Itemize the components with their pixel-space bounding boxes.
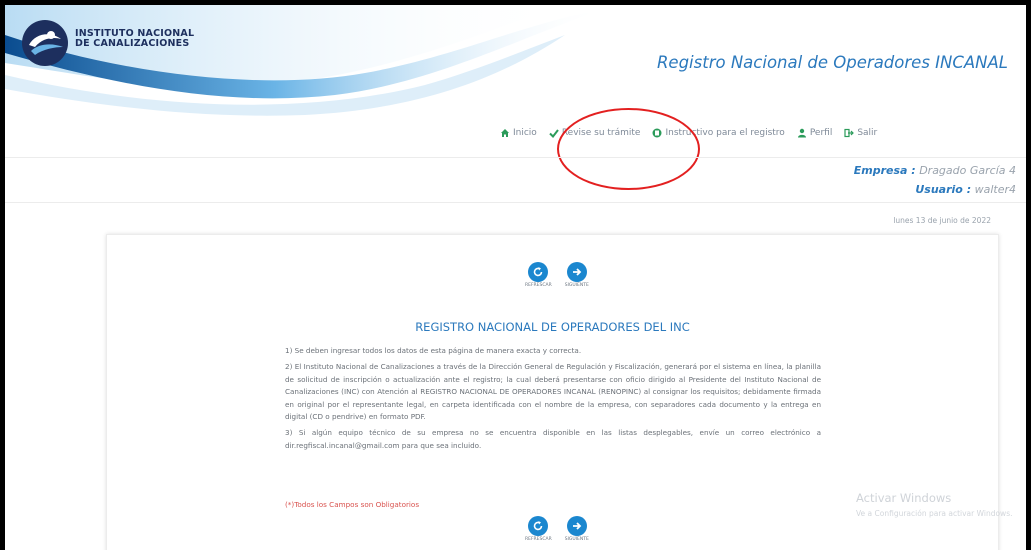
- watermark-title: Activar Windows: [856, 491, 952, 505]
- company-label: Empresa :: [853, 164, 916, 177]
- header-wave-decoration: [5, 5, 605, 116]
- nav-item-revise-su-tramite[interactable]: Revise su trámite: [549, 128, 641, 138]
- check-icon: [549, 129, 559, 138]
- header-divider: [5, 157, 1026, 158]
- bottom-button-row: REFRESCAR SIGUIENTE: [525, 516, 589, 542]
- company-value: Dragado García 4: [919, 164, 1016, 177]
- nav-item-label: Inicio: [513, 128, 537, 138]
- nav-item-label: Revise su trámite: [561, 128, 641, 138]
- refresh-button[interactable]: REFRESCAR: [525, 262, 552, 288]
- refresh-label: REFRESCAR: [525, 537, 552, 542]
- next-button[interactable]: SIGUIENTE: [565, 262, 589, 288]
- nav-item-perfil[interactable]: Perfil: [797, 128, 833, 138]
- top-button-row: REFRESCAR SIGUIENTE: [525, 262, 589, 288]
- browser-page: INSTITUTO NACIONAL DE CANALIZACIONES Reg…: [5, 5, 1026, 550]
- nav-item-instructivo[interactable]: Instructivo para el registro: [652, 128, 785, 138]
- user-info: Usuario : walter4: [915, 183, 1016, 196]
- logout-icon: [844, 128, 855, 138]
- next-label: SIGUIENTE: [564, 283, 589, 288]
- user-label: Usuario :: [915, 183, 972, 196]
- top-nav: Inicio Revise su trámite Instructivo par…: [500, 125, 889, 141]
- required-fields-note: (*)Todos los Campos son Obligatorios: [285, 500, 420, 509]
- next-icon: [566, 516, 587, 536]
- session-divider: [5, 202, 1026, 203]
- institute-logo: [22, 20, 68, 66]
- site-title: Registro Nacional de Operadores INCANAL: [656, 53, 1008, 72]
- user-value: walter4: [974, 183, 1016, 196]
- refresh-button[interactable]: REFRESCAR: [525, 516, 552, 542]
- instruction-paragraph: 3) Si algún equipo técnico de su empresa…: [285, 428, 821, 450]
- nav-item-salir[interactable]: Salir: [844, 128, 877, 138]
- nav-item-label: Salir: [857, 128, 878, 138]
- nav-item-label: Perfil: [809, 128, 833, 138]
- nav-item-inicio[interactable]: Inicio: [500, 128, 537, 138]
- instruction-paragraph: 2) El Instituto Nacional de Canalizacion…: [285, 362, 821, 422]
- next-button[interactable]: SIGUIENTE: [565, 516, 589, 542]
- current-date: lunes 13 de junio de 2022: [893, 216, 991, 225]
- registry-title: REGISTRO NACIONAL DE OPERADORES DEL INC: [415, 320, 690, 334]
- next-icon: [566, 262, 587, 282]
- site-header: INSTITUTO NACIONAL DE CANALIZACIONES Reg…: [5, 5, 1026, 190]
- institute-name-line2: DE CANALIZACIONES: [75, 38, 190, 49]
- refresh-icon: [528, 262, 549, 282]
- instruction-paragraph: 1) Se deben ingresar todos los datos de …: [285, 346, 582, 355]
- windows-activation-watermark: Activar Windows Ve a Configuración para …: [856, 491, 1013, 518]
- next-label: SIGUIENTE: [564, 537, 589, 542]
- refresh-icon: [528, 516, 549, 536]
- company-info: Empresa : Dragado García 4: [854, 164, 1016, 177]
- nav-item-label: Instructivo para el registro: [665, 128, 785, 138]
- instructions-text: 1) Se deben ingresar todos los datos de …: [285, 345, 821, 456]
- document-icon: [652, 128, 662, 138]
- home-icon: [501, 129, 509, 137]
- institute-name: INSTITUTO NACIONAL DE CANALIZACIONES: [75, 29, 194, 49]
- refresh-label: REFRESCAR: [525, 283, 552, 288]
- watermark-subtitle: Ve a Configuración para activar Windows.: [856, 509, 1013, 518]
- user-icon: [797, 128, 806, 138]
